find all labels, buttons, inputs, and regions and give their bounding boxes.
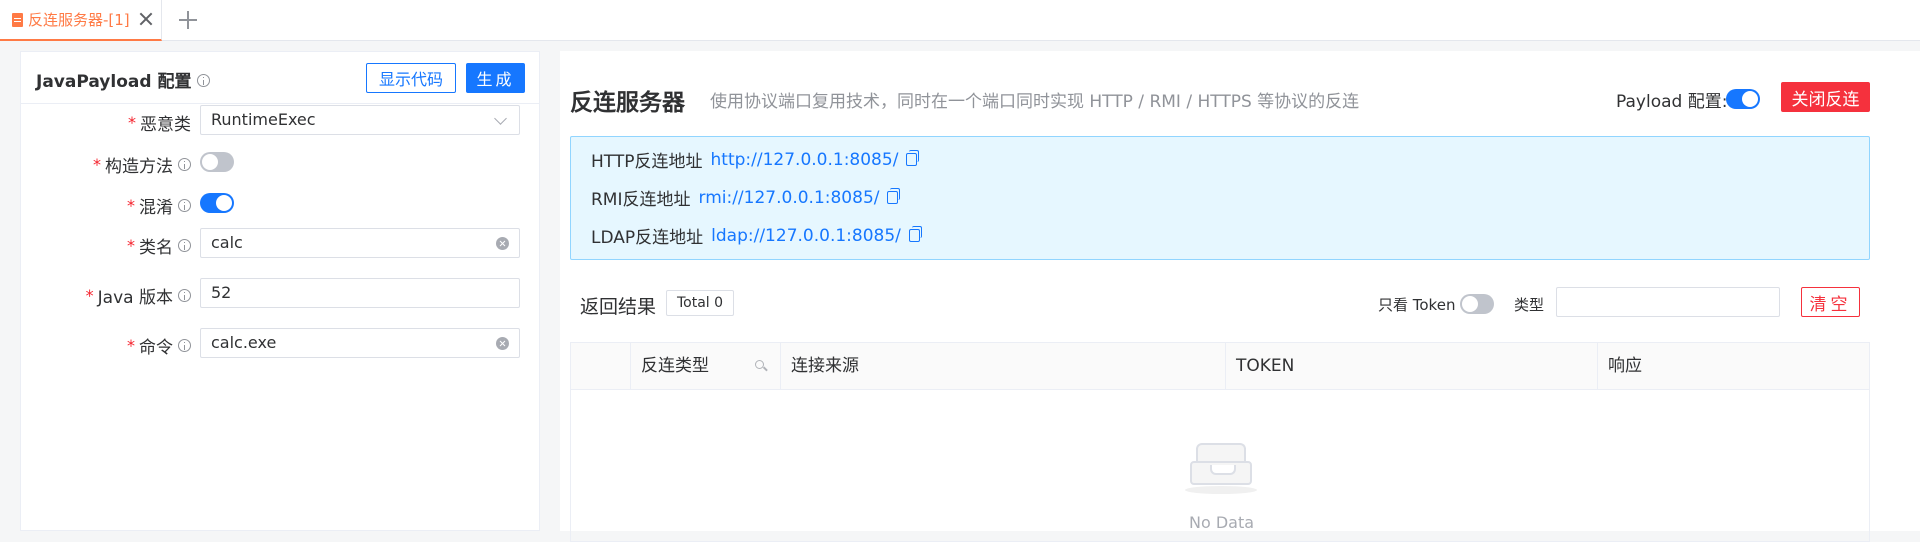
form-row-constructor: * 构造方法 — [21, 147, 541, 179]
panel-title: JavaPayload 配置 — [36, 67, 211, 92]
java-version-input[interactable]: 52 — [200, 278, 520, 308]
info-icon — [178, 239, 191, 252]
java-version-label: * Java 版本 — [86, 283, 191, 308]
gadget-select[interactable]: RuntimeExec — [200, 105, 520, 135]
empty-text: No Data — [1189, 513, 1255, 532]
constructor-toggle[interactable] — [200, 152, 234, 172]
rmi-address-label: RMI反连地址 — [591, 190, 691, 210]
info-icon — [178, 158, 191, 171]
class-name-value: calc — [211, 233, 243, 252]
required-mark: * — [93, 155, 101, 174]
command-label: * 命令 — [127, 333, 191, 358]
command-input[interactable]: calc.exe — [200, 328, 520, 358]
copy-icon[interactable] — [887, 188, 901, 204]
payload-config-panel: JavaPayload 配置 显示代码 生成 * 恶意类 RuntimeExec … — [20, 51, 540, 531]
obfuscate-toggle[interactable] — [200, 193, 234, 213]
type-filter-label: 类型 — [1514, 296, 1545, 314]
ldap-address-url[interactable]: ldap://127.0.0.1:8085/ — [711, 226, 901, 246]
http-address-url[interactable]: http://127.0.0.1:8085/ — [711, 150, 899, 170]
column-header-token: TOKEN — [1226, 343, 1598, 390]
token-only-label: 只看 Token — [1378, 296, 1456, 314]
gadget-label: * 恶意类 — [128, 110, 191, 135]
column-header-select — [571, 343, 631, 390]
command-label-text: 命令 — [139, 338, 173, 358]
address-info-box: HTTP反连地址 http://127.0.0.1:8085/ RMI反连地址 … — [570, 136, 1870, 260]
tab-label: 反连服务器-[1] — [28, 11, 130, 29]
column-header-response: 响应 — [1608, 356, 1642, 376]
payload-config-toggle[interactable] — [1726, 89, 1760, 109]
add-tab-icon[interactable] — [179, 11, 197, 29]
document-icon — [12, 12, 23, 27]
panel-header: JavaPayload 配置 显示代码 生成 — [21, 52, 539, 104]
close-reverse-button[interactable]: 关闭反连 — [1781, 82, 1870, 112]
reverse-server-panel: 反连服务器 使用协议端口复用技术，同时在一个端口同时实现 HTTP / RMI … — [560, 51, 1920, 542]
java-version-value: 52 — [211, 283, 232, 302]
table-header: 反连类型 连接来源 TOKEN 响应 — [571, 343, 1869, 390]
java-version-label-text: Java 版本 — [97, 288, 173, 308]
type-filter-input[interactable] — [1556, 287, 1780, 317]
rmi-address: RMI反连地址 rmi://127.0.0.1:8085/ — [591, 185, 901, 210]
copy-icon[interactable] — [908, 226, 922, 242]
generate-button[interactable]: 生成 — [466, 63, 525, 93]
constructor-label-text: 构造方法 — [105, 157, 173, 177]
form-row-class-name: * 类名 calc — [21, 228, 541, 260]
required-mark: * — [127, 236, 135, 255]
show-code-button[interactable]: 显示代码 — [366, 63, 456, 93]
required-mark: * — [127, 336, 135, 355]
tab-bar: 反连服务器-[1] — [0, 0, 1920, 41]
clear-button[interactable]: 清空 — [1801, 287, 1860, 317]
obfuscate-label-text: 混淆 — [139, 198, 173, 218]
column-header-type-label: 反连类型 — [641, 356, 709, 376]
ldap-address-label: LDAP反连地址 — [591, 228, 704, 248]
class-name-label-text: 类名 — [139, 238, 173, 258]
required-mark: * — [85, 286, 94, 305]
required-mark: * — [127, 196, 135, 215]
gadget-value: RuntimeExec — [211, 110, 316, 129]
info-icon — [178, 199, 191, 212]
form-row-java-version: * Java 版本 52 — [21, 278, 541, 310]
column-header-source: 连接来源 — [781, 343, 1226, 390]
copy-icon[interactable] — [906, 150, 920, 166]
column-header-type[interactable]: 反连类型 — [631, 343, 781, 390]
command-value: calc.exe — [211, 333, 277, 352]
info-icon — [197, 74, 211, 87]
info-icon — [178, 339, 191, 352]
gadget-label-text: 恶意类 — [140, 115, 191, 135]
results-title: 返回结果 — [580, 296, 657, 318]
constructor-label: * 构造方法 — [93, 152, 191, 177]
clear-icon[interactable] — [496, 237, 509, 250]
http-address: HTTP反连地址 http://127.0.0.1:8085/ — [591, 147, 920, 172]
info-icon — [178, 289, 191, 302]
results-table: 反连类型 连接来源 TOKEN 响应 No Data — [570, 342, 1870, 542]
obfuscate-label: * 混淆 — [127, 193, 191, 218]
total-badge: Total 0 — [666, 290, 735, 316]
token-only-toggle[interactable] — [1460, 294, 1494, 314]
ldap-address: LDAP反连地址 ldap://127.0.0.1:8085/ — [591, 223, 922, 248]
class-name-label: * 类名 — [127, 233, 191, 258]
class-name-input[interactable]: calc — [200, 228, 520, 258]
chevron-down-icon — [494, 112, 507, 125]
rmi-address-url[interactable]: rmi://127.0.0.1:8085/ — [699, 188, 880, 208]
clear-icon[interactable] — [496, 337, 509, 350]
empty-inbox-icon — [1190, 443, 1252, 487]
form-row-gadget: * 恶意类 RuntimeExec — [21, 105, 541, 137]
panel-title-text: JavaPayload 配置 — [36, 72, 192, 92]
required-mark: * — [128, 113, 136, 132]
search-icon[interactable] — [755, 360, 764, 369]
page-title: 反连服务器 — [570, 90, 685, 116]
form-row-obfuscate: * 混淆 — [21, 188, 541, 220]
page-subtitle: 使用协议端口复用技术，同时在一个端口同时实现 HTTP / RMI / HTTP… — [710, 92, 1360, 112]
close-icon[interactable] — [138, 11, 154, 27]
tab-reverse-server[interactable]: 反连服务器-[1] — [0, 0, 162, 41]
payload-config-label: Payload 配置: — [1616, 92, 1728, 112]
empty-shadow — [1185, 486, 1257, 494]
http-address-label: HTTP反连地址 — [591, 152, 703, 172]
form-row-command: * 命令 calc.exe — [21, 328, 541, 360]
